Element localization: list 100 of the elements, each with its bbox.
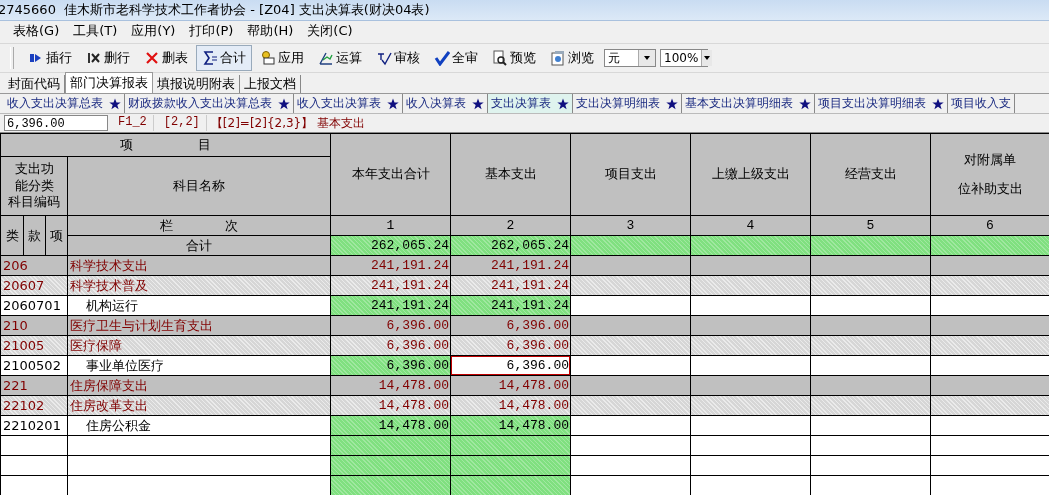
- number-cell: 6,396.00: [451, 356, 570, 375]
- sheet-tab[interactable]: 项目支出决算明细表: [815, 94, 948, 113]
- sheet-tab[interactable]: 收入支出决算表: [294, 94, 403, 113]
- table-cell: [1, 456, 67, 475]
- column-header: 款: [24, 216, 45, 255]
- number-cell: 6,396.00: [451, 316, 570, 335]
- cross-icon: [86, 50, 102, 66]
- number-cell: 14,478.00: [451, 416, 570, 435]
- toolbar-button[interactable]: 插行: [22, 45, 78, 71]
- column-number: 5: [811, 216, 930, 235]
- number-cell: 14,478.00: [331, 416, 450, 435]
- column-header: 项: [46, 216, 67, 255]
- name-cell: 科学技术普及: [68, 276, 330, 295]
- menu-item[interactable]: 工具(T): [66, 22, 125, 40]
- code-cell: 221: [1, 376, 67, 395]
- number-cell: 262,065.24: [451, 236, 570, 255]
- toolbar-button[interactable]: 合计: [196, 45, 252, 71]
- delete-icon: [144, 50, 160, 66]
- code-cell: 2100502: [1, 356, 67, 375]
- code-cell: 2210201: [1, 416, 67, 435]
- number-cell: 6,396.00: [331, 316, 450, 335]
- menu-item[interactable]: 打印(P): [182, 22, 241, 40]
- menu-item[interactable]: 表格(G): [6, 22, 67, 40]
- number-cell: 241,191.24: [451, 256, 570, 275]
- toolbar-button[interactable]: 审核: [370, 45, 426, 71]
- code-cell: 20607: [1, 276, 67, 295]
- name-cell: 住房保障支出: [68, 376, 330, 395]
- column-header: 本年支出合计: [331, 134, 450, 215]
- column-header: 项目支出: [571, 134, 690, 215]
- sheet-tab[interactable]: 项目收入支: [948, 94, 1015, 113]
- number-cell: 6,396.00: [331, 336, 450, 355]
- cell-name: F1_2: [112, 115, 154, 131]
- number-cell: 241,191.24: [331, 276, 450, 295]
- star-icon: [557, 97, 569, 110]
- sheet-tab[interactable]: 收入支出决算总表: [4, 94, 125, 113]
- name-cell: 医疗卫生与计划生育支出: [68, 316, 330, 335]
- chart-icon: [318, 50, 334, 66]
- sheet-tab[interactable]: 支出决算表: [488, 94, 573, 113]
- document-icon: [550, 50, 566, 66]
- number-cell: 14,478.00: [451, 396, 570, 415]
- code-cell: 22102: [1, 396, 67, 415]
- sigma-icon: [202, 50, 218, 66]
- sheet-tab[interactable]: 基本支出决算明细表: [682, 94, 815, 113]
- report-tab[interactable]: 填报说明附表: [153, 75, 240, 93]
- sheet-tab[interactable]: 财政拨款收入支出决算总表: [125, 94, 294, 113]
- number-cell: 6,396.00: [331, 356, 450, 375]
- star-icon: [472, 97, 484, 110]
- name-cell: 医疗保障: [68, 336, 330, 355]
- toolbar-button[interactable]: 预览: [486, 45, 542, 71]
- toolbar-button[interactable]: 删行: [80, 45, 136, 71]
- name-cell: 住房改革支出: [68, 396, 330, 415]
- menu-item[interactable]: 关闭(C): [300, 22, 360, 40]
- column-header: 经营支出: [811, 134, 930, 215]
- star-icon: [278, 97, 290, 110]
- column-header: 基本支出: [451, 134, 570, 215]
- number-cell: 6,396.00: [451, 336, 570, 355]
- column-number: 6: [931, 216, 1049, 235]
- report-tab[interactable]: 部门决算报表: [65, 72, 153, 93]
- coin-icon: [260, 50, 276, 66]
- toolbar-button[interactable]: 全审: [428, 45, 484, 71]
- cell-formula: 【[2]=[2]{2,3}】 基本支出: [210, 114, 366, 132]
- column-header: 支出功能分类科目编码: [1, 157, 67, 215]
- star-icon: [799, 97, 811, 110]
- number-cell: 241,191.24: [331, 256, 450, 275]
- sheet-tab[interactable]: 支出决算明细表: [573, 94, 682, 113]
- name-cell: 事业单位医疗: [68, 356, 330, 375]
- menu-item[interactable]: 帮助(H): [240, 22, 301, 40]
- column-header: 上缴上级支出: [691, 134, 810, 215]
- toolbar-button[interactable]: 运算: [312, 45, 368, 71]
- column-number: 1: [331, 216, 450, 235]
- code-cell: 210: [1, 316, 67, 335]
- cell-reference: [2,2]: [157, 115, 207, 131]
- number-cell: 241,191.24: [331, 296, 450, 315]
- star-icon: [387, 97, 399, 110]
- menu-item[interactable]: 应用(Y): [124, 22, 183, 40]
- check-icon: [434, 50, 450, 66]
- toolbar-button[interactable]: 浏览: [544, 45, 600, 71]
- column-number: 2: [451, 216, 570, 235]
- column-header: 类: [1, 216, 23, 255]
- unit-dropdown[interactable]: 元: [604, 49, 656, 67]
- number-cell: 14,478.00: [331, 376, 450, 395]
- toolbar-button[interactable]: 删表: [138, 45, 194, 71]
- code-cell: 21005: [1, 336, 67, 355]
- number-cell: 241,191.24: [451, 296, 570, 315]
- number-cell: 241,191.24: [451, 276, 570, 295]
- column-header: 栏 次: [68, 216, 330, 235]
- column-number: 3: [571, 216, 690, 235]
- search-icon: [492, 50, 508, 66]
- report-tab[interactable]: 上报文档: [240, 75, 301, 93]
- column-number: 4: [691, 216, 810, 235]
- table-cell: [1, 476, 67, 495]
- code-cell: 2060701: [1, 296, 67, 315]
- number-cell: 262,065.24: [331, 236, 450, 255]
- star-icon: [666, 97, 678, 110]
- star-icon: [109, 97, 121, 110]
- name-cell: 科学技术支出: [68, 256, 330, 275]
- name-cell: 住房公积金: [68, 416, 330, 435]
- cell-value-field[interactable]: 6,396.00: [4, 115, 108, 131]
- toolbar-button[interactable]: 应用: [254, 45, 310, 71]
- star-icon: [932, 97, 944, 110]
